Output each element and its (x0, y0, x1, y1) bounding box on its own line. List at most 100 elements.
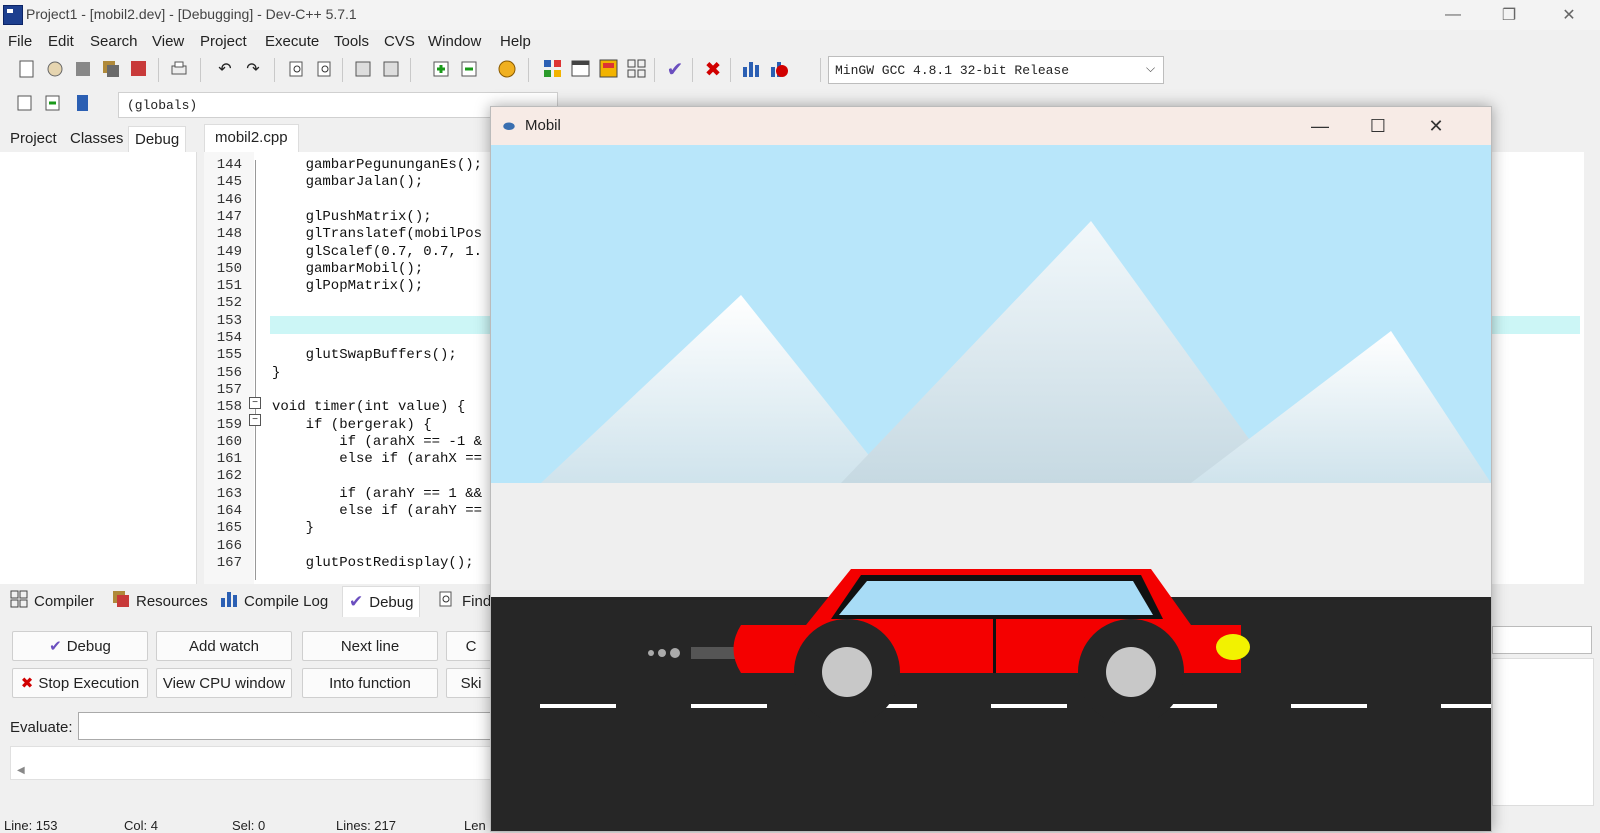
tab-debug[interactable]: Debug (128, 126, 187, 152)
code-line[interactable]: glutSwapBuffers(); (272, 347, 457, 363)
code-line[interactable]: else if (arahX == (272, 451, 482, 467)
tab-compiler[interactable]: Compiler (4, 586, 100, 616)
status-col: Col: 4 (124, 818, 158, 833)
code-line[interactable]: if (arahX == -1 & (272, 434, 482, 450)
remove-from-project-icon[interactable] (458, 58, 480, 80)
close-file-icon[interactable] (128, 58, 150, 80)
tab-debug-bottom[interactable]: ✔ Debug (342, 586, 421, 617)
tab-debug-label: Debug (369, 593, 414, 611)
menu-view[interactable]: View (152, 33, 184, 50)
tab-compile-log[interactable]: Compile Log (214, 586, 334, 616)
debug-side-list (1492, 658, 1594, 806)
compile-run-icon[interactable] (598, 58, 620, 80)
minimize-button[interactable]: — (1430, 0, 1476, 30)
code-line[interactable]: } (272, 365, 280, 381)
rebuild-all-icon[interactable] (626, 58, 648, 80)
line-number: 167 (216, 555, 242, 571)
menu-bar: File Edit Search View Project Execute To… (0, 30, 1600, 52)
code-line[interactable]: gambarPegununganEs(); (272, 157, 482, 173)
redo-icon[interactable]: ↷ (242, 58, 264, 80)
skip-function-button[interactable]: Ski (446, 668, 496, 698)
scroll-left-icon[interactable]: ◀ (17, 765, 25, 776)
status-line: Line: 153 (4, 818, 58, 833)
mobil-minimize-button[interactable]: — (1297, 111, 1343, 141)
into-function-button[interactable]: Into function (302, 668, 438, 698)
code-line[interactable]: void timer(int value) { (272, 399, 465, 415)
code-line[interactable]: if (bergerak) { (272, 417, 432, 433)
menu-tools[interactable]: Tools (334, 33, 369, 50)
add-to-project-icon[interactable] (430, 58, 452, 80)
goto-bookmark-icon[interactable] (42, 92, 64, 114)
insert-icon[interactable] (14, 92, 36, 114)
tab-classes[interactable]: Classes (64, 126, 129, 152)
menu-search[interactable]: Search (90, 33, 138, 50)
debug-side-combo[interactable] (1492, 626, 1592, 654)
compile-icon[interactable] (542, 58, 564, 80)
menu-cvs[interactable]: CVS (384, 33, 415, 50)
evaluate-input[interactable] (78, 712, 498, 740)
code-line[interactable]: glTranslatef(mobilPos (272, 226, 482, 242)
code-line[interactable]: glPushMatrix(); (272, 209, 432, 225)
code-line[interactable]: if (arahY == 1 && (272, 486, 482, 502)
compiler-select[interactable]: MinGW GCC 4.8.1 32-bit Release (828, 56, 1164, 84)
evaluate-label: Evaluate: (10, 719, 73, 736)
tab-resources[interactable]: Resources (106, 586, 214, 616)
syntax-check-icon[interactable]: ✔ (664, 58, 686, 81)
mobil-close-button[interactable]: ✕ (1413, 111, 1459, 141)
code-line[interactable]: gambarMobil(); (272, 261, 424, 277)
menu-window[interactable]: Window (428, 33, 481, 50)
undo-icon[interactable]: ↶ (214, 58, 236, 80)
menu-file[interactable]: File (8, 33, 32, 50)
fold-toggle-icon[interactable]: − (249, 414, 261, 426)
compile-log-icon (220, 590, 238, 612)
toggle-bookmark-icon[interactable] (72, 92, 94, 114)
close-button[interactable]: ✕ (1546, 0, 1592, 30)
menu-edit[interactable]: Edit (48, 33, 74, 50)
line-number: 151 (216, 278, 242, 294)
tab-project[interactable]: Project (4, 126, 63, 152)
code-line[interactable]: glScalef(0.7, 0.7, 1. (272, 244, 482, 260)
continue-button[interactable]: C (446, 631, 496, 661)
stop-execution-icon[interactable]: ✖ (702, 58, 724, 81)
unindent-icon[interactable] (380, 58, 402, 80)
devcpp-app-icon (3, 5, 23, 25)
find-icon[interactable] (286, 58, 308, 80)
menu-project[interactable]: Project (200, 33, 247, 50)
line-number: 152 (216, 295, 242, 311)
debug-button[interactable]: ✔ Debug (12, 631, 148, 661)
next-line-button[interactable]: Next line (302, 631, 438, 661)
replace-icon[interactable] (314, 58, 336, 80)
save-icon[interactable] (72, 58, 94, 80)
indent-icon[interactable] (352, 58, 374, 80)
line-number: 145 (216, 174, 242, 190)
line-number: 160 (216, 434, 242, 450)
restore-button[interactable]: ❐ (1486, 0, 1532, 30)
stop-execution-button[interactable]: ✖ Stop Execution (12, 668, 148, 698)
run-icon[interactable] (570, 58, 592, 80)
save-all-icon[interactable] (100, 58, 122, 80)
delete-profiling-icon[interactable] (768, 58, 790, 80)
menu-execute[interactable]: Execute (265, 33, 319, 50)
code-line[interactable]: } (272, 520, 314, 536)
tab-find-results[interactable]: Find (432, 586, 497, 616)
view-cpu-window-button[interactable]: View CPU window (156, 668, 292, 698)
profile-analysis-icon[interactable] (740, 58, 762, 80)
chevron-down-icon[interactable]: ⌵ (1146, 61, 1155, 76)
line-number: 156 (216, 365, 242, 381)
add-watch-button[interactable]: Add watch (156, 631, 292, 661)
open-project-icon[interactable] (44, 58, 66, 80)
project-options-icon[interactable] (496, 58, 518, 80)
print-icon[interactable] (168, 58, 190, 80)
code-line[interactable]: glutPostRedisplay(); (272, 555, 474, 571)
fold-toggle-icon[interactable]: − (249, 397, 261, 409)
menu-help[interactable]: Help (500, 33, 531, 50)
debug-button-label: Debug (66, 637, 111, 655)
exhaust (691, 647, 741, 659)
code-line[interactable]: glPopMatrix(); (272, 278, 424, 294)
mobil-window[interactable]: ⬬ Mobil — ☐ ✕ (490, 106, 1492, 832)
mobil-maximize-button[interactable]: ☐ (1355, 111, 1401, 141)
code-line[interactable]: else if (arahY == (272, 503, 482, 519)
new-file-icon[interactable] (16, 58, 38, 80)
code-line[interactable]: gambarJalan(); (272, 174, 424, 190)
mobil-title-bar[interactable]: ⬬ Mobil — ☐ ✕ (491, 107, 1491, 145)
